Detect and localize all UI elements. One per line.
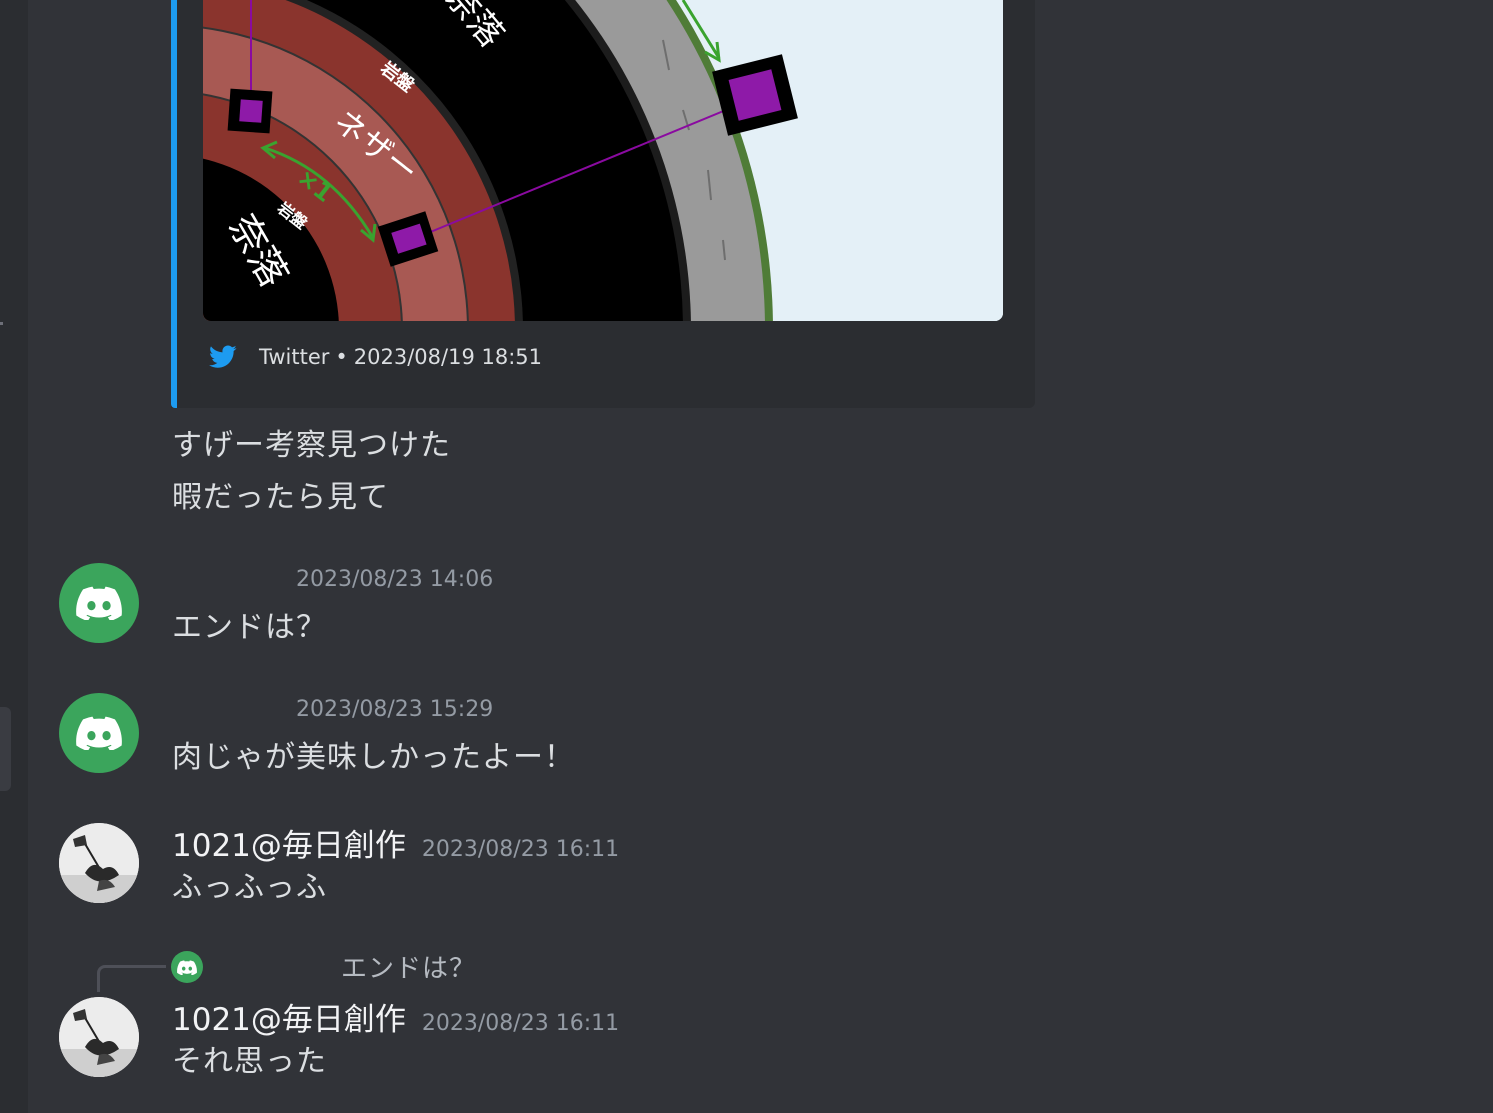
embed-separator: • bbox=[335, 345, 348, 369]
rail-marker bbox=[0, 322, 3, 325]
discord-default-avatar-icon[interactable] bbox=[59, 563, 139, 643]
message-timestamp[interactable]: 2023/08/23 16:11 bbox=[422, 1011, 619, 1036]
message-timestamp[interactable]: 2023/08/23 14:06 bbox=[296, 567, 493, 592]
message-timestamp[interactable]: 2023/08/23 16:11 bbox=[422, 837, 619, 862]
username[interactable] bbox=[172, 566, 282, 586]
message-content: ふっふっふ bbox=[172, 870, 327, 905]
reply-preview-text[interactable]: エンドは？ bbox=[341, 948, 476, 985]
flag-raising-photo-icon bbox=[59, 997, 139, 1077]
discord-logo-icon bbox=[76, 586, 122, 620]
portal-nether-top bbox=[227, 88, 273, 134]
username[interactable] bbox=[172, 696, 282, 716]
rail-scroll-tab[interactable] bbox=[0, 707, 11, 791]
username[interactable]: 1021@毎日創作 bbox=[172, 994, 406, 1039]
reply-username[interactable] bbox=[214, 958, 332, 976]
discord-logo-icon bbox=[177, 959, 197, 975]
twitter-embed[interactable]: 岩盤 ネザー ×1 岩盤 奈落 奈落 Twitter • 2023/08/19 … bbox=[171, 0, 1035, 408]
embed-accent-bar bbox=[171, 0, 177, 408]
message-continuation-line: 暇だったら見て bbox=[172, 480, 389, 515]
embed-source: Twitter bbox=[259, 345, 330, 369]
twitter-bird-icon bbox=[209, 345, 237, 368]
embed-footer: Twitter • 2023/08/19 18:51 bbox=[209, 340, 542, 374]
message-header: 2023/08/23 15:29 bbox=[172, 696, 493, 722]
embed-timestamp: 2023/08/19 18:51 bbox=[353, 345, 543, 369]
user-photo-avatar[interactable] bbox=[59, 823, 139, 903]
message-content: それ思った bbox=[172, 1044, 327, 1079]
chat-view: 岩盤 ネザー ×1 岩盤 奈落 奈落 Twitter • 2023/08/19 … bbox=[0, 0, 1493, 1113]
message-content: エンドは？ bbox=[172, 610, 327, 645]
reply-discord-avatar-icon[interactable] bbox=[171, 951, 203, 983]
embed-image[interactable]: 岩盤 ネザー ×1 岩盤 奈落 奈落 bbox=[203, 0, 1003, 321]
discord-default-avatar-icon[interactable] bbox=[59, 693, 139, 773]
discord-logo-icon bbox=[76, 716, 122, 750]
world-layers-diagram: 岩盤 ネザー ×1 岩盤 奈落 奈落 bbox=[203, 0, 1003, 321]
flag-raising-photo-icon bbox=[59, 823, 139, 903]
message-header: 1021@毎日創作 2023/08/23 16:11 bbox=[172, 994, 619, 1039]
username[interactable]: 1021@毎日創作 bbox=[172, 820, 406, 865]
message-header: 2023/08/23 14:06 bbox=[172, 566, 493, 592]
message-content: 肉じゃが美味しかったよー！ bbox=[172, 740, 575, 775]
user-photo-avatar[interactable] bbox=[59, 997, 139, 1077]
message-header: 1021@毎日創作 2023/08/23 16:11 bbox=[172, 820, 619, 865]
message-continuation-line: すげー考察見つけた bbox=[172, 428, 451, 463]
reply-connector bbox=[97, 965, 166, 992]
left-rail bbox=[0, 0, 28, 1113]
message-timestamp[interactable]: 2023/08/23 15:29 bbox=[296, 697, 493, 722]
